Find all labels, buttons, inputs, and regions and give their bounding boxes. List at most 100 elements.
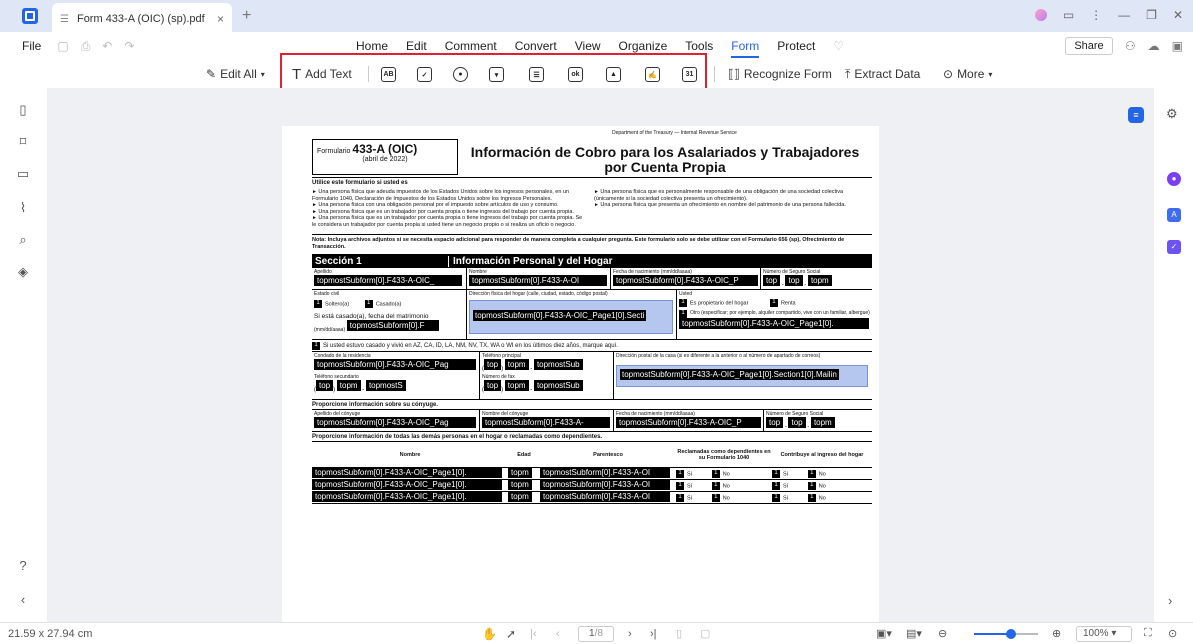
collapse-right-icon[interactable]: › [1168, 593, 1172, 608]
contribuye-si-checkbox[interactable]: 1 [772, 481, 780, 490]
layers-icon[interactable]: ◈ [16, 264, 30, 279]
help-icon[interactable]: ? [16, 558, 30, 573]
renta-checkbox[interactable]: 1 [769, 299, 778, 307]
collab-icon[interactable]: ⚇ [1125, 39, 1136, 53]
otro-field[interactable]: topmostSubform[0].F433-A-OIC_Page1[0]. [679, 318, 869, 329]
zoom-in-icon[interactable]: ⊕ [1052, 627, 1061, 640]
more-button[interactable]: ⊙ More ▾ [943, 67, 992, 81]
conyuge-ssn-3[interactable]: topm [810, 417, 835, 428]
reclamada-si-checkbox[interactable]: 1 [676, 469, 684, 478]
ai-chat-icon[interactable]: ● [1167, 172, 1181, 186]
conyuge-ssn-1[interactable]: top [766, 417, 784, 428]
row-edad-field[interactable]: topm [508, 479, 532, 490]
share-button[interactable]: Share [1065, 37, 1113, 55]
collapse-left-icon[interactable]: ‹ [16, 592, 30, 607]
lightbulb-icon[interactable]: ♡ [824, 32, 853, 60]
layout-mode-icon[interactable]: ▤▾ [906, 627, 922, 640]
tel2-area-field[interactable]: top [316, 380, 334, 391]
conyuge-fecha-field[interactable]: topmostSubform[0].F433-A-OIC_P [616, 417, 761, 428]
redo-icon[interactable]: ↷ [124, 39, 134, 54]
recognize-form-button[interactable]: ⟦⟧ Recognize Form [728, 67, 832, 81]
tel-prefix-field[interactable]: topm [504, 359, 529, 370]
comment-icon[interactable]: ▭ [16, 166, 30, 181]
row-edad-field[interactable]: topm [508, 491, 532, 502]
otro-checkbox[interactable]: 1 [679, 310, 687, 318]
contribuye-no-checkbox[interactable]: 1 [807, 493, 816, 502]
file-menu[interactable]: File [22, 39, 41, 53]
contribuye-si-checkbox[interactable]: 1 [772, 493, 780, 502]
row-edad-field[interactable]: topm [508, 467, 532, 478]
menu-form[interactable]: Form [722, 32, 768, 60]
apellido-field[interactable]: topmostSubform[0].F433-A-OIC_ [314, 275, 462, 286]
view-mode-icon[interactable]: ▣▾ [876, 627, 892, 640]
row-nombre-field[interactable]: topmostSubform[0].F433-A-OIC_Page1[0]. [312, 479, 502, 490]
contribuye-si-checkbox[interactable]: 1 [772, 469, 780, 478]
contribuye-no-checkbox[interactable]: 1 [807, 481, 816, 490]
page-thumbnail-icon[interactable]: ▯ [16, 102, 30, 117]
select-tool-icon[interactable]: ➚ [506, 627, 516, 641]
print-icon[interactable]: ⎙ [81, 39, 91, 54]
az-checkbox[interactable]: 1 [312, 341, 320, 350]
cloud-icon[interactable]: ☁ [1148, 39, 1160, 53]
document-tab[interactable]: ☰ Form 433-A (OIC) (sp).pdf × [52, 3, 232, 35]
fullscreen-icon[interactable]: ⛶ [1144, 627, 1152, 640]
reclamada-si-checkbox[interactable]: 1 [676, 481, 684, 490]
first-page-icon[interactable]: |‹ [530, 628, 537, 640]
reclamada-si-checkbox[interactable]: 1 [676, 493, 684, 502]
postal-field[interactable]: topmostSubform[0].F433-A-OIC_Page1[0].Se… [616, 365, 868, 387]
zoom-select[interactable]: 100% ▾ [1076, 626, 1132, 642]
page-view-icon[interactable]: ▯ [676, 627, 682, 640]
reading-mode-icon[interactable]: ⊙ [1168, 627, 1177, 640]
page-number-input[interactable]: 1/8 [578, 626, 614, 642]
ssn-field-3[interactable]: topm [807, 275, 832, 286]
direccion-field[interactable]: topmostSubform[0].F433-A-OIC_Page1[0].Se… [469, 300, 673, 334]
bookmark-icon[interactable]: ⌑ [16, 134, 30, 149]
edit-all-button[interactable]: ✎ Edit All ▾ [206, 67, 265, 81]
matrimonio-field[interactable]: topmostSubform[0].F [346, 320, 439, 331]
fax-line-field[interactable]: topmostSub [533, 380, 583, 391]
tel-line-field[interactable]: topmostSub [533, 359, 583, 370]
search-icon[interactable]: ⌕ [16, 232, 30, 247]
fax-prefix-field[interactable]: topm [504, 380, 529, 391]
reclamada-no-checkbox[interactable]: 1 [711, 481, 720, 490]
ai-assistant-icon[interactable]: ≡ [1128, 107, 1144, 123]
new-tab-icon[interactable]: + [242, 7, 251, 25]
zoom-slider-knob[interactable] [1006, 629, 1017, 639]
condado-field[interactable]: topmostSubform[0].F433-A-OIC_Pag [314, 359, 476, 370]
tel2-prefix-field[interactable]: topm [336, 380, 361, 391]
next-page-icon[interactable]: › [628, 628, 632, 640]
zoom-out-icon[interactable]: ⊖ [938, 627, 947, 640]
row-parentesco-field[interactable]: topmostSubform[0].F433-A-OI [540, 491, 670, 502]
ssn-field-2[interactable]: top [785, 275, 803, 286]
tel2-line-field[interactable]: topmostS [365, 380, 406, 391]
fit-page-icon[interactable]: ▢ [700, 627, 710, 640]
menu-dots-icon[interactable]: ⋮ [1090, 8, 1102, 22]
soltero-checkbox[interactable]: 1 [314, 300, 322, 308]
tab-close-icon[interactable]: × [217, 12, 224, 26]
contribuye-no-checkbox[interactable]: 1 [807, 469, 816, 478]
minimize-icon[interactable]: — [1118, 8, 1130, 22]
row-nombre-field[interactable]: topmostSubform[0].F433-A-OIC_Page1[0]. [312, 467, 502, 478]
conyuge-ssn-2[interactable]: top [788, 417, 806, 428]
hand-tool-icon[interactable]: ✋ [482, 627, 497, 641]
conyuge-apellido-field[interactable]: topmostSubform[0].F433-A-OIC_Pag [314, 417, 476, 428]
notification-icon[interactable]: ▭ [1063, 8, 1074, 22]
attachment-icon[interactable]: ⌇ [16, 200, 30, 215]
row-parentesco-field[interactable]: topmostSubform[0].F433-A-OI [540, 479, 670, 490]
last-page-icon[interactable]: ›| [650, 628, 657, 640]
reclamada-no-checkbox[interactable]: 1 [711, 493, 720, 502]
fax-area-field[interactable]: top [484, 380, 502, 391]
row-nombre-field[interactable]: topmostSubform[0].F433-A-OIC_Page1[0]. [312, 491, 502, 502]
properties-icon[interactable]: ⚙ [1166, 106, 1178, 122]
panel-icon[interactable]: ▣ [1172, 39, 1183, 53]
tel-area-field[interactable]: top [484, 359, 502, 370]
ai-check-icon[interactable]: ✓ [1167, 240, 1181, 254]
extract-data-button[interactable]: ⤒ Extract Data [845, 67, 920, 82]
undo-icon[interactable]: ↶ [102, 39, 112, 54]
translate-icon[interactable]: A [1167, 208, 1181, 222]
zoom-slider[interactable] [974, 629, 1038, 639]
save-icon[interactable]: ▢ [57, 39, 68, 54]
nombre-field[interactable]: topmostSubform[0].F433-A-OI [469, 275, 607, 286]
maximize-icon[interactable]: ❐ [1146, 8, 1157, 22]
avatar[interactable] [1034, 9, 1047, 21]
